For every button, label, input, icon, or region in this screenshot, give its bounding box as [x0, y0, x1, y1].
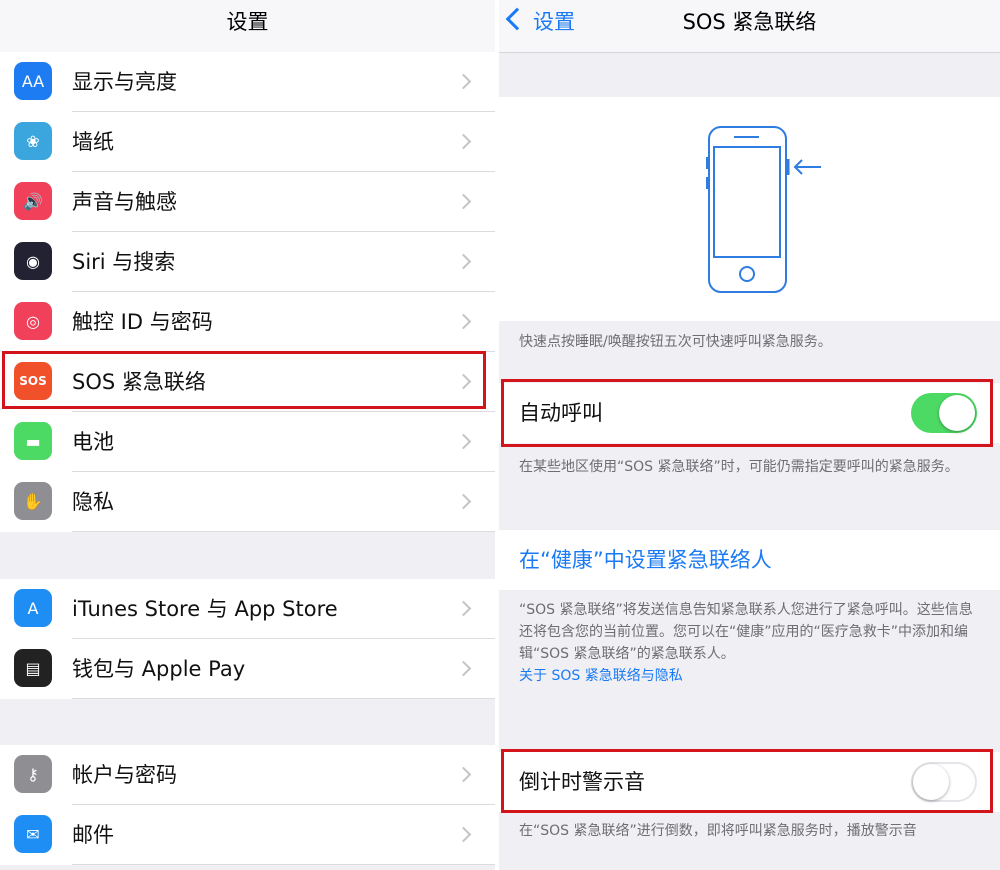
side-button-note: 快速点按睡眠/唤醒按钮五次可快速呼叫紧急服务。 — [519, 334, 832, 350]
chevron-right-icon — [455, 600, 472, 617]
battery-icon: ▬ — [14, 422, 52, 460]
wallpaper-icon: ❀ — [14, 122, 52, 160]
settings-row[interactable]: ✉ 邮件 — [0, 805, 495, 865]
sos-row-highlight — [2, 351, 486, 409]
settings-row[interactable]: AA 显示与亮度 — [0, 52, 495, 112]
settings-navbar: 设置 — [0, 0, 495, 53]
sos-privacy-link[interactable]: 关于 SOS 紧急联络与隐私 — [519, 665, 978, 687]
illustration-card — [499, 97, 1000, 321]
sos-navbar: 设置 SOS 紧急联络 — [499, 0, 1000, 53]
settings-row[interactable]: ▬ 电池 — [0, 412, 495, 472]
settings-row-label: 墙纸 — [72, 130, 114, 154]
wallet-icon: ▤ — [14, 649, 52, 687]
privacy-hand-icon: ✋ — [14, 482, 52, 520]
settings-row-label: iTunes Store 与 App Store — [72, 597, 338, 621]
chevron-right-icon — [455, 193, 472, 210]
page-title: 设置 — [226, 10, 269, 34]
settings-row-label: 钱包与 Apple Pay — [72, 657, 246, 681]
settings-row-label: 显示与亮度 — [72, 70, 177, 94]
auto-call-highlight — [501, 379, 993, 447]
settings-row-label: Siri 与搜索 — [72, 250, 176, 274]
settings-row[interactable]: ✋ 隐私 — [0, 472, 495, 532]
key-icon: ⚷ — [14, 755, 52, 793]
chevron-right-icon — [455, 493, 472, 510]
chevron-right-icon — [455, 766, 472, 783]
row-separator — [72, 864, 495, 865]
chevron-right-icon — [455, 433, 472, 450]
settings-row-label: 邮件 — [72, 823, 114, 847]
health-contacts-link[interactable]: 在“健康”中设置紧急联络人 — [519, 530, 772, 590]
sos-settings-panel: 设置 SOS 紧急联络 快速点按睡眠/唤醒按钮五次可快速呼叫紧急服务。 自动呼叫… — [499, 0, 1000, 870]
settings-row-label: 隐私 — [72, 490, 114, 514]
settings-row[interactable]: ▤ 钱包与 Apple Pay — [0, 639, 495, 699]
settings-row[interactable]: ❀ 墙纸 — [0, 112, 495, 172]
settings-panel: 设置 AA 显示与亮度 ❀ 墙纸 🔊 声音与触感 ◉ Siri 与搜索 ◎ 触控 ID 与密码 SO… — [0, 0, 495, 870]
settings-row[interactable]: ◉ Siri 与搜索 — [0, 232, 495, 292]
app-store-icon: A — [14, 589, 52, 627]
phone-side-button-illustration — [706, 126, 821, 293]
siri-icon: ◉ — [14, 242, 52, 280]
display-brightness-icon: AA — [14, 62, 52, 100]
chevron-right-icon — [455, 133, 472, 150]
health-contacts-row[interactable]: 在“健康”中设置紧急联络人 — [499, 530, 1000, 590]
health-note: “SOS 紧急联络”将发送信息告知紧急联系人您进行了紧急呼叫。这些信息还将包含您… — [519, 599, 978, 687]
chevron-right-icon — [455, 253, 472, 270]
settings-row[interactable]: ⚷ 帐户与密码 — [0, 745, 495, 805]
sound-icon: 🔊 — [14, 182, 52, 220]
chevron-right-icon — [455, 313, 472, 330]
settings-row-label: 声音与触感 — [72, 190, 177, 214]
page-title: SOS 紧急联络 — [682, 10, 817, 34]
settings-row-label: 帐户与密码 — [72, 763, 177, 787]
settings-row[interactable]: AiTunes Store 与 App Store — [0, 579, 495, 639]
countdown-note: 在“SOS 紧急联络”进行倒数，即将呼叫紧急服务时，播放警示音 — [519, 823, 917, 839]
health-note-text: “SOS 紧急联络”将发送信息告知紧急联系人您进行了紧急呼叫。这些信息还将包含您… — [519, 602, 973, 662]
mail-icon: ✉ — [14, 815, 52, 853]
settings-row-label: 触控 ID 与密码 — [72, 310, 213, 334]
fingerprint-icon: ◎ — [14, 302, 52, 340]
settings-row[interactable]: ◎ 触控 ID 与密码 — [0, 292, 495, 352]
chevron-right-icon — [455, 660, 472, 677]
settings-row-label: 电池 — [72, 430, 114, 454]
countdown-highlight — [501, 749, 993, 813]
chevron-right-icon — [455, 73, 472, 90]
chevron-right-icon — [455, 826, 472, 843]
auto-call-note: 在某些地区使用“SOS 紧急联络”时，可能仍需指定要呼叫的紧急服务。 — [519, 459, 959, 475]
row-separator — [72, 531, 495, 532]
settings-row[interactable]: 🔊 声音与触感 — [0, 172, 495, 232]
row-separator — [72, 698, 495, 699]
